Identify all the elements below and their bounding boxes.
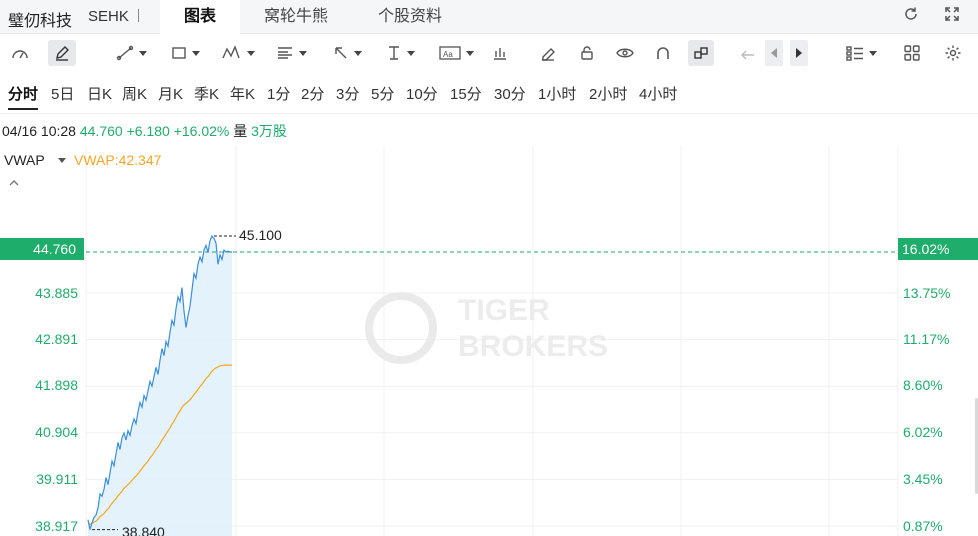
- y-axis-label-right: 13.75%: [903, 285, 951, 301]
- price-chart[interactable]: TIGER BROKERS: [0, 0, 978, 536]
- low-price-label: 38.840: [122, 523, 165, 536]
- y-axis-label-left: 42.891: [35, 331, 78, 347]
- current-price-tag: 44.760: [0, 238, 84, 260]
- watermark-logo: [365, 292, 437, 364]
- y-axis-label-right: 6.02%: [903, 424, 943, 440]
- indicator-value: VWAP:42.347: [74, 152, 162, 168]
- y-axis-label-right: 3.45%: [903, 471, 943, 487]
- current-pct-tag: 16.02%: [898, 238, 978, 260]
- y-axis-label-left: 38.917: [35, 518, 78, 534]
- y-axis-label-right: 11.17%: [903, 331, 950, 347]
- indicator-dropdown-icon[interactable]: [58, 158, 66, 163]
- collapse-icon[interactable]: [8, 176, 20, 191]
- indicator-name[interactable]: VWAP: [4, 152, 45, 168]
- y-axis-label-right: 0.87%: [903, 518, 943, 534]
- y-axis-label-left: 41.898: [35, 377, 78, 393]
- watermark-line1: TIGER: [458, 294, 550, 327]
- high-price-label: 45.100: [239, 227, 282, 244]
- y-axis-label-right: 8.60%: [903, 377, 943, 393]
- y-axis-label-left: 40.904: [35, 424, 78, 440]
- watermark: TIGER BROKERS: [365, 292, 608, 364]
- y-axis-label-left: 39.911: [36, 471, 78, 487]
- y-axis-label-left: 43.885: [35, 285, 78, 301]
- watermark-line2: BROKERS: [458, 330, 608, 363]
